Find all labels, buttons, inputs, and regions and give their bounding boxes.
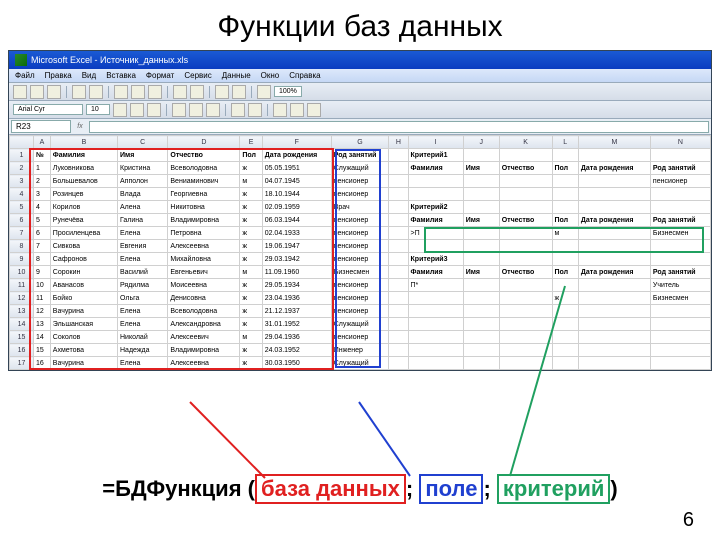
window-title: Microsoft Excel - Источник_данных.xls xyxy=(31,55,188,65)
standard-toolbar: 100% xyxy=(9,83,711,101)
borders-icon[interactable] xyxy=(273,103,287,117)
align-right-icon[interactable] xyxy=(206,103,220,117)
preview-icon[interactable] xyxy=(89,85,103,99)
formula-bar[interactable] xyxy=(89,121,709,133)
menu-item[interactable]: Данные xyxy=(222,71,251,80)
fontcolor-icon[interactable] xyxy=(307,103,321,117)
percent-icon[interactable] xyxy=(248,103,262,117)
page-number: 6 xyxy=(683,509,694,532)
copy-icon[interactable] xyxy=(131,85,145,99)
worksheet-grid[interactable]: ABCDEFGHIJKLMN1№ФамилияИмяОтчествоПолДат… xyxy=(9,135,711,370)
formula-database: база данных xyxy=(261,476,400,501)
zoom-combo[interactable]: 100% xyxy=(274,86,302,97)
fill-icon[interactable] xyxy=(290,103,304,117)
excel-window: Microsoft Excel - Источник_данных.xls Фа… xyxy=(8,50,712,371)
menu-item[interactable]: Справка xyxy=(289,71,320,80)
formula-bar-row: R23 fx xyxy=(9,119,711,135)
menu-item[interactable]: Вставка xyxy=(106,71,136,80)
underline-icon[interactable] xyxy=(147,103,161,117)
chart-icon[interactable] xyxy=(257,85,271,99)
formula-criteria: критерий xyxy=(503,476,604,501)
titlebar: Microsoft Excel - Источник_данных.xls xyxy=(9,51,711,69)
sort-desc-icon[interactable] xyxy=(232,85,246,99)
formula-caption: =БДФункция (база данных; поле; критерий) xyxy=(0,474,720,504)
save-icon[interactable] xyxy=(47,85,61,99)
menu-item[interactable]: Окно xyxy=(261,71,280,80)
align-left-icon[interactable] xyxy=(172,103,186,117)
sort-asc-icon[interactable] xyxy=(215,85,229,99)
menu-item[interactable]: Вид xyxy=(82,71,96,80)
fontsize-combo[interactable]: 10 xyxy=(86,104,110,115)
excel-icon xyxy=(15,54,27,66)
align-center-icon[interactable] xyxy=(189,103,203,117)
grid-wrap: ABCDEFGHIJKLMN1№ФамилияИмяОтчествоПолДат… xyxy=(9,135,711,370)
open-icon[interactable] xyxy=(30,85,44,99)
cut-icon[interactable] xyxy=(114,85,128,99)
formula-suffix: ) xyxy=(610,476,617,501)
name-box[interactable]: R23 xyxy=(11,120,71,133)
print-icon[interactable] xyxy=(72,85,86,99)
menu-item[interactable]: Сервис xyxy=(184,71,211,80)
menu-item[interactable]: Файл xyxy=(15,71,35,80)
font-combo[interactable]: Arial Cyr xyxy=(13,104,83,115)
redo-icon[interactable] xyxy=(190,85,204,99)
formula-field: поле xyxy=(425,476,477,501)
italic-icon[interactable] xyxy=(130,103,144,117)
currency-icon[interactable] xyxy=(231,103,245,117)
formula-prefix: =БДФункция ( xyxy=(102,476,255,501)
new-icon[interactable] xyxy=(13,85,27,99)
fx-icon[interactable]: fx xyxy=(73,123,87,130)
undo-icon[interactable] xyxy=(173,85,187,99)
menubar: Файл Правка Вид Вставка Формат Сервис Данные Ок… xyxy=(9,69,711,83)
menu-item[interactable]: Формат xyxy=(146,71,174,80)
menu-item[interactable]: Правка xyxy=(45,71,72,80)
formatting-toolbar: Arial Cyr 10 xyxy=(9,101,711,119)
bold-icon[interactable] xyxy=(113,103,127,117)
slide-title: Функции баз данных xyxy=(0,0,720,50)
paste-icon[interactable] xyxy=(148,85,162,99)
